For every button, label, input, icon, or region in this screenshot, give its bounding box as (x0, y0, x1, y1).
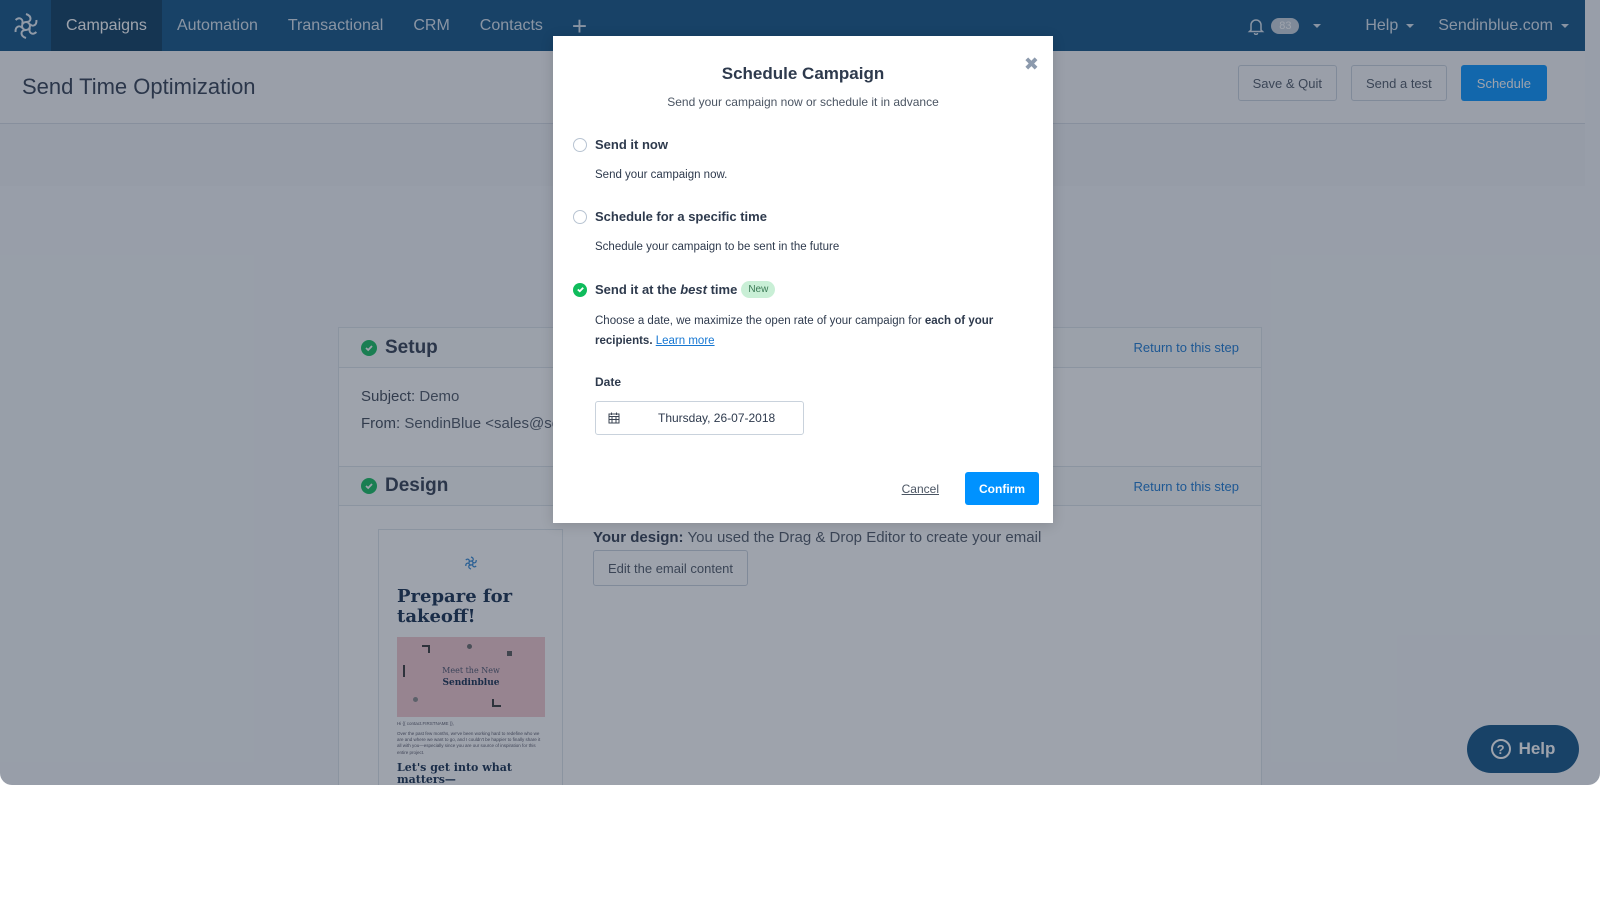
best-time-label-prefix: Send it at the (595, 282, 681, 297)
date-label: Date (595, 375, 622, 389)
date-value: Thursday, 26-07-2018 (658, 411, 776, 425)
best-time-label[interactable]: Send it at the best time (595, 282, 737, 297)
calendar-icon (608, 412, 620, 424)
learn-more-link[interactable]: Learn more (656, 335, 715, 347)
send-now-label[interactable]: Send it now (595, 137, 668, 152)
option-best-time: Send it at the best time New Choose a da… (573, 281, 1033, 435)
send-now-radio[interactable] (573, 137, 587, 152)
send-now-description: Send your campaign now. (595, 169, 728, 181)
schedule-specific-description: Schedule your campaign to be sent in the… (595, 241, 840, 253)
schedule-specific-radio[interactable] (573, 209, 587, 224)
best-time-label-emphasis: best (680, 282, 707, 297)
best-time-description: Choose a date, we maximize the open rate… (595, 311, 1033, 351)
confirm-button[interactable]: Confirm (965, 472, 1039, 505)
best-time-label-suffix: time (706, 282, 738, 297)
modal-subtitle: Send your campaign now or schedule it in… (667, 95, 939, 109)
schedule-campaign-modal: ✖ Schedule Campaign Send your campaign n… (553, 36, 1053, 523)
close-icon[interactable]: ✖ (1024, 54, 1039, 75)
modal-title: Schedule Campaign (721, 64, 885, 83)
schedule-specific-label[interactable]: Schedule for a specific time (595, 209, 767, 224)
date-picker-input[interactable]: Thursday, 26-07-2018 (595, 401, 804, 435)
cancel-button[interactable]: Cancel (902, 482, 939, 496)
best-time-radio[interactable] (573, 282, 587, 297)
option-schedule-specific: Schedule for a specific time Schedule yo… (573, 209, 1033, 257)
check-icon (576, 287, 584, 293)
best-time-description-text: Choose a date, we maximize the open rate… (595, 315, 925, 327)
option-send-now: Send it now Send your campaign now. (573, 137, 1033, 185)
modal-footer: Cancel Confirm (902, 472, 1039, 505)
new-badge: New (741, 281, 776, 298)
